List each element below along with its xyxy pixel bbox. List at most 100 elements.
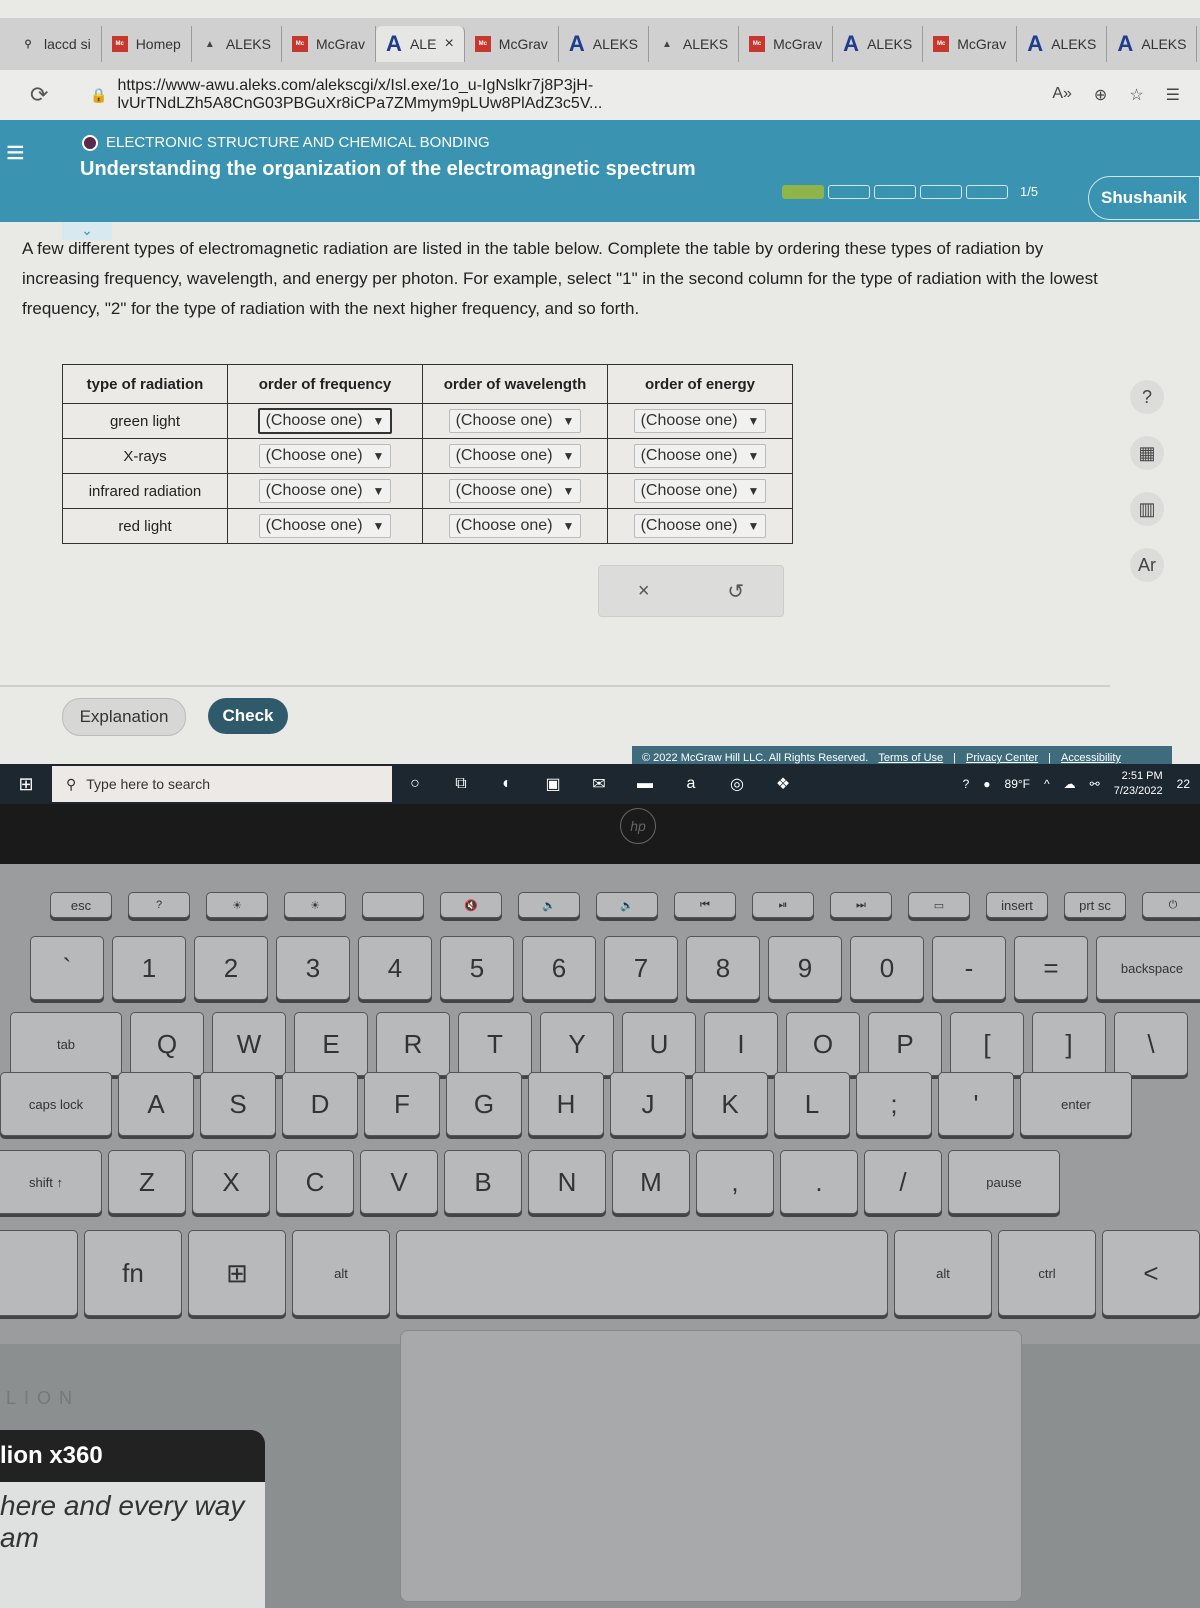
key[interactable]: - [932,936,1006,1000]
key[interactable]: shift ↑ [0,1150,102,1214]
key[interactable]: 7 [604,936,678,1000]
key[interactable]: 1 [112,936,186,1000]
app-icon[interactable]: ◎ [714,774,760,794]
key[interactable]: V [360,1150,438,1214]
key[interactable]: F [364,1072,440,1136]
key[interactable]: prt sc [1064,892,1126,918]
explanation-button[interactable]: Explanation [62,698,186,736]
key[interactable]: 🔇 [440,892,502,918]
key[interactable]: < [1102,1230,1200,1316]
browser-tab[interactable]: Mc McGrav [923,26,1018,62]
key[interactable]: G [446,1072,522,1136]
key[interactable]: ⏭ [830,892,892,918]
key[interactable]: = [1014,936,1088,1000]
zoom-icon[interactable]: ⊕ [1094,85,1107,105]
key[interactable]: 9 [768,936,842,1000]
key[interactable] [396,1230,888,1316]
key[interactable]: caps lock [0,1072,112,1136]
energy-order-select[interactable]: (Choose one) ▼ [633,444,767,468]
task-view-icon[interactable]: ⧉ [438,775,484,793]
key[interactable]: ⊞ [188,1230,286,1316]
key[interactable]: 3 [276,936,350,1000]
browser-tab[interactable]: A ALEKS [833,26,924,62]
key[interactable]: enter [1020,1072,1132,1136]
edge-icon[interactable]: ◐ [484,775,530,793]
key[interactable]: fn [84,1230,182,1316]
windows-start-icon[interactable]: ⊞ [0,774,52,795]
key[interactable]: . [780,1150,858,1214]
key[interactable]: ⏮ [674,892,736,918]
browser-tab[interactable]: Mc Homep [102,26,192,62]
key[interactable]: 5 [440,936,514,1000]
key[interactable]: 6 [522,936,596,1000]
key[interactable]: L [774,1072,850,1136]
url-field[interactable]: 🔒 https://www-awu.aleks.com/alekscgi/x/I… [90,77,1052,112]
undo-icon[interactable]: ↺ [727,579,744,604]
browser-tab[interactable]: A ALEKS [1017,26,1108,62]
browser-tab[interactable]: A ALEKS [1107,26,1198,62]
check-button[interactable]: Check [208,698,288,734]
key[interactable]: U [622,1012,696,1076]
frequency-order-select[interactable]: (Choose one) ▼ [258,514,392,538]
key[interactable]: S [200,1072,276,1136]
dropbox-icon[interactable]: ❖ [760,774,806,794]
energy-order-select[interactable]: (Choose one) ▼ [633,479,767,503]
network-icon[interactable]: ⚯ [1090,777,1100,791]
help-icon[interactable]: ? [1130,380,1164,414]
frequency-order-select[interactable]: (Choose one) ▼ [258,444,392,468]
terms-link[interactable]: Terms of Use [878,752,943,764]
key[interactable]: esc [50,892,112,918]
key[interactable]: N [528,1150,606,1214]
key[interactable]: ; [856,1072,932,1136]
mail-icon[interactable]: ✉ [576,774,622,794]
key[interactable]: ' [938,1072,1014,1136]
key[interactable]: R [376,1012,450,1076]
key[interactable]: ☀ [206,892,268,918]
wavelength-order-select[interactable]: (Choose one) ▼ [448,409,582,433]
key[interactable]: ` [30,936,104,1000]
key[interactable]: P [868,1012,942,1076]
key[interactable]: ▭ [908,892,970,918]
browser-tab[interactable]: A ALE × [375,26,465,62]
key[interactable]: 4 [358,936,432,1000]
key[interactable]: ⏻ [1142,892,1200,918]
clock[interactable]: 2:51 PM 7/23/2022 [1114,769,1163,799]
store-icon[interactable]: ▣ [530,774,576,794]
key[interactable]: / [864,1150,942,1214]
key[interactable]: ctrl [998,1230,1096,1316]
hamburger-menu-icon[interactable]: ≡ [6,134,25,171]
user-menu-button[interactable]: Shushanik [1088,176,1200,220]
periodic-table-icon[interactable]: Ar [1130,548,1164,582]
key[interactable]: B [444,1150,522,1214]
taskbar-search[interactable]: ⚲ Type here to search [52,766,392,802]
key[interactable]: 2 [194,936,268,1000]
key[interactable] [0,1230,78,1316]
key[interactable]: insert [986,892,1048,918]
help-tray-icon[interactable]: ? [963,777,970,791]
key[interactable]: ? [128,892,190,918]
key[interactable]: 🔊 [596,892,658,918]
frequency-order-select[interactable]: (Choose one) ▼ [258,479,392,503]
key[interactable]: Z [108,1150,186,1214]
browser-tab[interactable]: ▲ ALEKS [649,26,740,62]
key[interactable]: alt [292,1230,390,1316]
key[interactable]: T [458,1012,532,1076]
key[interactable]: M [612,1150,690,1214]
energy-order-select[interactable]: (Choose one) ▼ [633,409,767,433]
key[interactable]: ] [1032,1012,1106,1076]
touchpad[interactable] [400,1330,1022,1602]
key[interactable]: 🔉 [518,892,580,918]
key[interactable]: ⏯ [752,892,814,918]
close-tab-icon[interactable]: × [444,35,453,53]
key[interactable]: Y [540,1012,614,1076]
privacy-link[interactable]: Privacy Center [966,752,1038,764]
key[interactable]: D [282,1072,358,1136]
key[interactable]: A [118,1072,194,1136]
amazon-icon[interactable]: a [668,775,714,793]
energy-order-select[interactable]: (Choose one) ▼ [633,514,767,538]
key[interactable]: Q [130,1012,204,1076]
favorites-icon[interactable]: ☰ [1166,85,1180,105]
weather-text[interactable]: 89°F [1005,777,1030,791]
chevron-up-icon[interactable]: ^ [1044,777,1050,791]
reload-icon[interactable]: ⟳ [30,82,60,108]
